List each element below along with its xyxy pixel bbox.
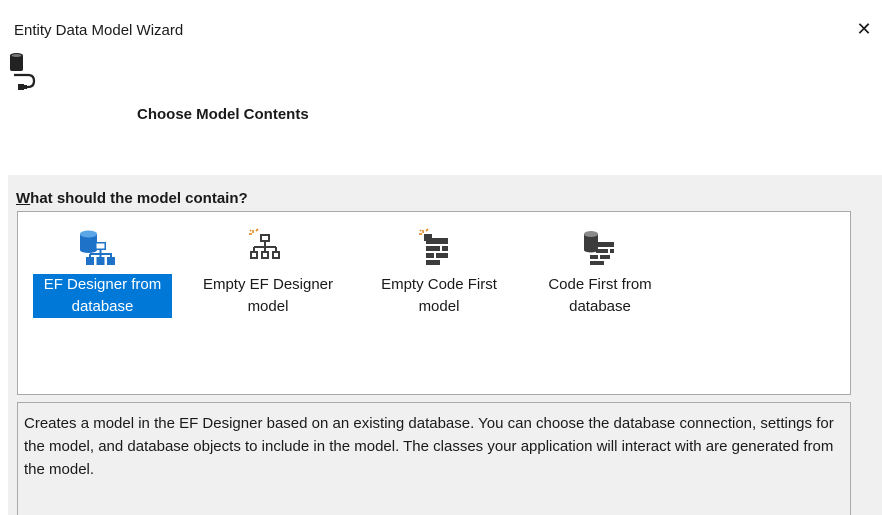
- close-icon[interactable]: ✕: [854, 18, 874, 40]
- wizard-header: Entity Data Model Wizard ✕ Choose Model …: [8, 8, 882, 175]
- option-ef-designer-from-database[interactable]: EF Designer from database: [32, 226, 172, 336]
- model-contents-question: What should the model contain?: [16, 190, 248, 207]
- empty-code-first-icon: [418, 228, 454, 273]
- option-description: Creates a model in the EF Designer based…: [17, 402, 851, 515]
- empty-diagram-icon: [248, 228, 284, 273]
- option-code-first-from-database[interactable]: Code First from database: [530, 226, 670, 336]
- code-first-database-icon: [582, 228, 618, 273]
- option-empty-code-first-model[interactable]: Empty Code First model: [364, 226, 514, 336]
- question-text: hat should the model contain?: [30, 190, 248, 207]
- option-label: Code First from database: [548, 276, 652, 315]
- wizard-window: Entity Data Model Wizard ✕ Choose Model …: [8, 8, 882, 515]
- step-title: Choose Model Contents: [137, 106, 309, 123]
- option-label: Empty EF Designer model: [202, 276, 334, 315]
- mnemonic-letter: W: [16, 190, 31, 207]
- database-diagram-icon: [78, 228, 116, 273]
- database-connection-icon: [8, 51, 42, 96]
- option-label: EF Designer from database: [33, 274, 172, 318]
- option-label: Empty Code First model: [381, 276, 497, 315]
- model-contents-list[interactable]: EF Designer from database Empty EF Desig…: [17, 211, 851, 395]
- window-title: Entity Data Model Wizard: [14, 22, 184, 39]
- option-empty-ef-designer-model[interactable]: Empty EF Designer model: [188, 226, 348, 336]
